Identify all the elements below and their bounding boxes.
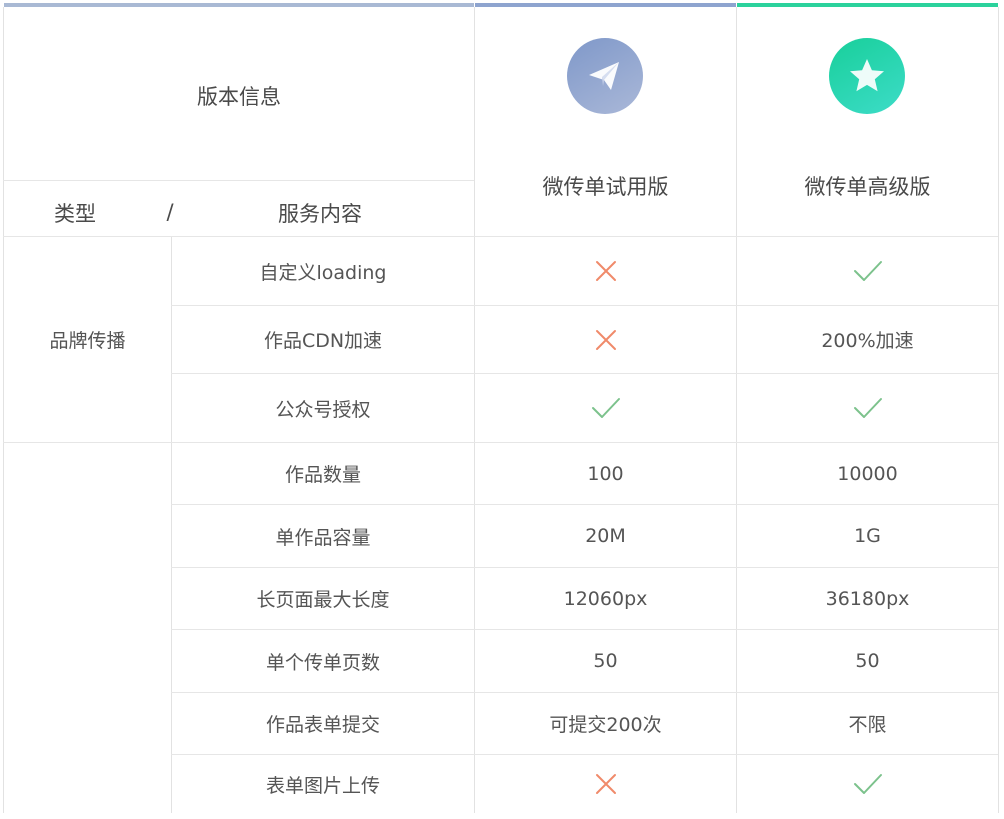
row-label: 长页面最大长度 [256, 589, 390, 611]
header-accent-bar-trial [475, 3, 736, 7]
row-label: 单个传单页数 [265, 651, 380, 674]
trial-value: 20M [585, 525, 626, 547]
trial-value: 50 [593, 650, 618, 672]
group-feature-label [4, 443, 171, 813]
trial-value: 100 [587, 462, 624, 485]
plan-icon-premium [829, 38, 905, 114]
row-label: 表单图片上传 [265, 774, 380, 797]
type-column-label: 类型 [54, 202, 96, 226]
premium-value: 1G [854, 525, 881, 547]
premium-check-icon [737, 755, 998, 819]
trial-cross-icon [475, 306, 736, 379]
header-accent-bar-premium [737, 3, 998, 7]
version-info-heading: 版本信息 [197, 85, 281, 109]
header-accent-bar-info [4, 3, 474, 7]
row-label: 作品CDN加速 [263, 330, 383, 352]
premium-value: 36180px [825, 587, 910, 610]
row-label: 作品数量 [284, 464, 361, 486]
paper-plane-icon [589, 62, 619, 90]
premium-value: 200%加速 [821, 330, 914, 352]
service-column-label: 服务内容 [278, 202, 362, 226]
header-slash: / [166, 200, 174, 224]
trial-value: 12060px [563, 587, 648, 610]
group-brand-label: 品牌传播 [49, 330, 126, 352]
premium-check-icon [737, 374, 998, 448]
trial-value: 可提交200次 [549, 714, 662, 736]
row-label: 自定义loading [259, 261, 387, 284]
premium-value: 50 [855, 650, 880, 672]
premium-value: 不限 [848, 714, 887, 736]
premium-value: 10000 [837, 462, 898, 485]
row-label: 单作品容量 [275, 526, 371, 549]
trial-cross-icon [475, 755, 736, 819]
star-icon [850, 59, 884, 92]
plan-icon-trial [567, 38, 643, 114]
plan-name-trial: 微传单试用版 [542, 175, 669, 199]
trial-check-icon [475, 374, 736, 448]
trial-cross-icon [475, 237, 736, 311]
row-label: 作品表单提交 [265, 714, 380, 736]
plan-name-premium: 微传单高级版 [804, 175, 931, 199]
row-label: 公众号授权 [275, 398, 371, 421]
premium-check-icon [737, 237, 998, 311]
